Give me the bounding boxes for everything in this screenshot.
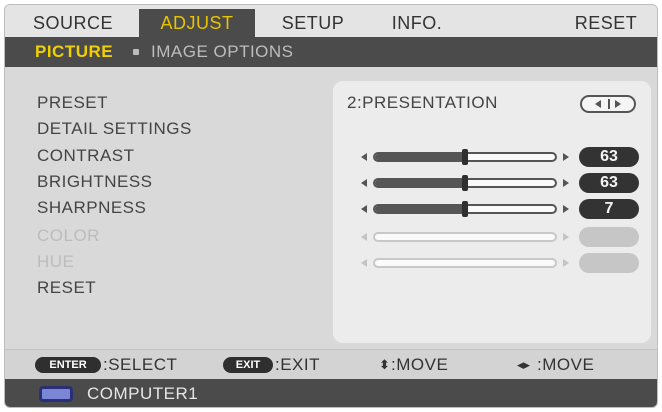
- increase-arrow-icon: [563, 259, 569, 267]
- slider-fill: [375, 154, 465, 160]
- tab-source[interactable]: SOURCE: [23, 9, 123, 37]
- increase-arrow-icon: [563, 233, 569, 241]
- slider-thumb[interactable]: [462, 149, 468, 165]
- tab-setup[interactable]: SETUP: [263, 9, 363, 37]
- decrease-arrow-icon[interactable]: [361, 179, 367, 187]
- slider-track[interactable]: [373, 175, 557, 191]
- contrast-slider[interactable]: 63: [361, 147, 643, 167]
- brightness-slider[interactable]: 63: [361, 173, 643, 193]
- slider-track: [373, 232, 557, 242]
- slider-track: [373, 258, 557, 268]
- slider-track[interactable]: [373, 201, 557, 217]
- exit-key-icon: EXIT: [223, 357, 273, 373]
- slider-thumb[interactable]: [462, 175, 468, 191]
- help-footer: ENTER :SELECT EXIT :EXIT ⬍ :MOVE ◂▸ :MOV…: [5, 349, 657, 379]
- sub-tab-bar: PICTURE IMAGE OPTIONS: [5, 37, 657, 67]
- increase-arrow-icon[interactable]: [563, 179, 569, 187]
- hue-value: [579, 253, 639, 273]
- color-value: [579, 227, 639, 247]
- arrow-left-icon: [595, 100, 601, 108]
- decrease-arrow-icon: [361, 259, 367, 267]
- move-up-down-hint: :MOVE: [391, 355, 449, 374]
- decrease-arrow-icon[interactable]: [361, 205, 367, 213]
- tab-reset[interactable]: RESET: [561, 9, 651, 37]
- up-down-icon: ⬍: [379, 357, 390, 372]
- color-slider: [361, 227, 643, 247]
- exit-hint: :EXIT: [275, 355, 321, 374]
- sharpness-label[interactable]: SHARPNESS: [37, 196, 146, 220]
- increase-arrow-icon[interactable]: [563, 205, 569, 213]
- contrast-label[interactable]: CONTRAST: [37, 144, 135, 168]
- status-bar: COMPUTER1: [5, 379, 657, 407]
- move-left-right-hint: :MOVE: [537, 355, 595, 374]
- slider-fill: [375, 180, 465, 186]
- brightness-value: 63: [579, 173, 639, 193]
- decrease-arrow-icon: [361, 233, 367, 241]
- decrease-arrow-icon[interactable]: [361, 153, 367, 161]
- increase-arrow-icon[interactable]: [563, 153, 569, 161]
- settings-area: PRESET DETAIL SETTINGS CONTRAST BRIGHTNE…: [5, 67, 657, 349]
- preset-left-right-button[interactable]: [580, 95, 636, 113]
- monitor-icon: [39, 386, 73, 402]
- select-hint: :SELECT: [103, 355, 178, 374]
- brightness-label[interactable]: BRIGHTNESS: [37, 170, 153, 194]
- main-tab-bar: SOURCE ADJUST SETUP INFO. RESET: [5, 5, 657, 39]
- contrast-value: 63: [579, 147, 639, 167]
- reset-label[interactable]: RESET: [37, 276, 96, 300]
- divider: [608, 99, 610, 109]
- sharpness-value: 7: [579, 199, 639, 219]
- slider-track[interactable]: [373, 149, 557, 165]
- sharpness-slider[interactable]: 7: [361, 199, 643, 219]
- preset-label[interactable]: PRESET: [37, 91, 108, 115]
- detail-settings-label[interactable]: DETAIL SETTINGS: [37, 117, 192, 141]
- hue-label: HUE: [37, 252, 75, 271]
- slider-thumb[interactable]: [462, 201, 468, 217]
- subtab-picture[interactable]: PICTURE: [35, 37, 113, 67]
- hue-slider: [361, 253, 643, 273]
- separator-dot: [133, 49, 139, 55]
- tab-info[interactable]: INFO.: [377, 9, 457, 37]
- tab-adjust[interactable]: ADJUST: [139, 9, 255, 37]
- slider-fill: [375, 206, 465, 212]
- color-label: COLOR: [37, 226, 100, 245]
- arrow-right-icon: [615, 100, 621, 108]
- osd-menu: SOURCE ADJUST SETUP INFO. RESET PICTURE …: [4, 4, 658, 408]
- enter-key-icon: ENTER: [35, 357, 101, 373]
- preset-value: 2:PRESENTATION: [347, 93, 498, 112]
- left-right-icon: ◂▸: [517, 357, 531, 372]
- input-source-label: COMPUTER1: [87, 384, 199, 403]
- subtab-image-options[interactable]: IMAGE OPTIONS: [151, 37, 294, 67]
